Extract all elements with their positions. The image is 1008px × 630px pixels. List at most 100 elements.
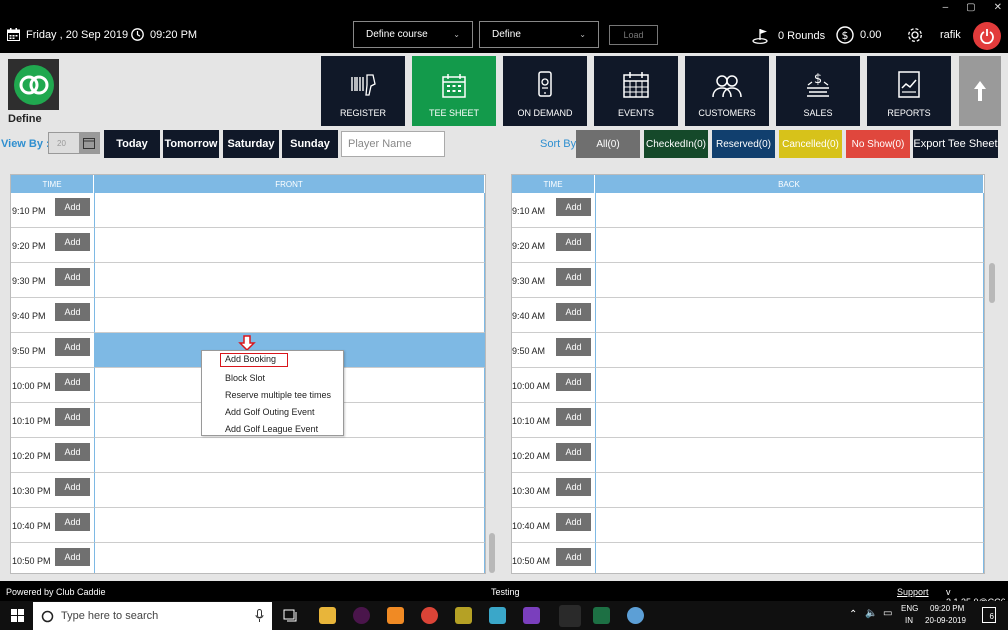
club-logo[interactable] xyxy=(8,59,59,110)
add-button[interactable]: Add xyxy=(556,513,591,531)
date-picker[interactable]: 20 xyxy=(48,132,100,154)
add-button[interactable]: Add xyxy=(556,198,591,216)
today-button[interactable]: Today xyxy=(104,130,160,158)
add-button[interactable]: Add xyxy=(55,478,90,496)
tee-slot[interactable] xyxy=(595,193,984,228)
add-button[interactable]: Add xyxy=(55,513,90,531)
slack-icon[interactable] xyxy=(353,607,370,624)
volume-icon[interactable]: 🔈 xyxy=(865,608,877,619)
club-caddie-taskbar-icon[interactable] xyxy=(559,605,581,627)
sunday-button[interactable]: Sunday xyxy=(282,130,338,158)
menu-add-league-event[interactable]: Add Golf League Event xyxy=(225,424,318,434)
tee-slot[interactable] xyxy=(595,263,984,298)
file-explorer-icon[interactable] xyxy=(319,607,336,624)
task-view-icon[interactable] xyxy=(283,608,299,623)
add-button[interactable]: Add xyxy=(556,233,591,251)
nav-on-demand[interactable]: ON DEMAND xyxy=(503,56,587,126)
sort-checkedin-button[interactable]: CheckedIn(0) xyxy=(644,130,708,158)
tee-slot[interactable] xyxy=(94,298,485,333)
sort-all-button[interactable]: All(0) xyxy=(576,130,640,158)
power-button[interactable] xyxy=(973,22,1001,50)
sort-cancelled-button[interactable]: Cancelled(0) xyxy=(779,130,842,158)
saturday-button[interactable]: Saturday xyxy=(223,130,279,158)
tee-slot[interactable] xyxy=(94,508,485,543)
tray-chevron-up-icon[interactable]: ⌃ xyxy=(849,609,857,620)
tee-slot[interactable] xyxy=(595,228,984,263)
sort-reserved-button[interactable]: Reserved(0) xyxy=(712,130,775,158)
tee-slot[interactable] xyxy=(94,543,485,573)
add-button[interactable]: Add xyxy=(55,198,90,216)
tee-slot[interactable] xyxy=(94,193,485,228)
add-button[interactable]: Add xyxy=(55,408,90,426)
add-button[interactable]: Add xyxy=(556,408,591,426)
tee-slot[interactable] xyxy=(595,473,984,508)
add-button[interactable]: Add xyxy=(55,233,90,251)
add-button[interactable]: Add xyxy=(556,548,591,566)
tee-slot[interactable] xyxy=(595,543,984,573)
add-button[interactable]: Add xyxy=(55,303,90,321)
menu-add-outing-event[interactable]: Add Golf Outing Event xyxy=(225,407,315,417)
course-select[interactable]: Define course ⌄ xyxy=(353,21,473,48)
nav-tee-sheet[interactable]: TEE SHEET xyxy=(412,56,496,126)
app-icon[interactable] xyxy=(455,607,472,624)
nav-reports[interactable]: REPORTS xyxy=(867,56,951,126)
nav-customers[interactable]: CUSTOMERS xyxy=(685,56,769,126)
add-button[interactable]: Add xyxy=(556,373,591,391)
microphone-icon[interactable] xyxy=(255,609,264,623)
notification-icon[interactable]: 6 xyxy=(982,607,996,623)
export-tee-sheet-button[interactable]: Export Tee Sheet xyxy=(913,130,998,158)
menu-add-booking[interactable]: Add Booking xyxy=(220,353,288,367)
svg-text:$: $ xyxy=(814,72,822,87)
add-button[interactable]: Add xyxy=(556,478,591,496)
add-button[interactable]: Add xyxy=(556,268,591,286)
windows-start-icon[interactable] xyxy=(11,609,24,622)
sort-no-show-button[interactable]: No Show(0) xyxy=(846,130,910,158)
tee-slot[interactable] xyxy=(595,333,984,368)
browser-icon[interactable] xyxy=(627,607,644,624)
tee-slot[interactable] xyxy=(94,228,485,263)
nav-register[interactable]: REGISTER xyxy=(321,56,405,126)
restore-button[interactable]: ▢ xyxy=(966,2,975,13)
tee-slot[interactable] xyxy=(595,438,984,473)
excel-icon[interactable] xyxy=(593,607,610,624)
tee-slot[interactable] xyxy=(595,368,984,403)
add-button[interactable]: Add xyxy=(55,268,90,286)
git-icon[interactable] xyxy=(489,607,506,624)
chrome-icon[interactable] xyxy=(421,607,438,624)
network-icon[interactable]: ▭ xyxy=(883,608,892,619)
add-button[interactable]: Add xyxy=(55,548,90,566)
add-button[interactable]: Add xyxy=(556,443,591,461)
add-button[interactable]: Add xyxy=(556,303,591,321)
nav-events[interactable]: EVENTS xyxy=(594,56,678,126)
language-code[interactable]: ENG xyxy=(901,604,918,613)
add-button[interactable]: Add xyxy=(55,338,90,356)
tee-slot[interactable] xyxy=(595,298,984,333)
support-link[interactable]: Support xyxy=(897,587,929,597)
add-button[interactable]: Add xyxy=(55,373,90,391)
taskbar-time[interactable]: 09:20 PM xyxy=(930,604,964,613)
add-button[interactable]: Add xyxy=(55,443,90,461)
tee-slot[interactable] xyxy=(94,473,485,508)
visual-studio-icon[interactable] xyxy=(523,607,540,624)
calendar-icon[interactable] xyxy=(79,133,99,153)
tomorrow-button[interactable]: Tomorrow xyxy=(163,130,219,158)
taskbar-search[interactable]: Type here to search xyxy=(33,602,272,630)
back-scrollbar[interactable] xyxy=(989,263,995,303)
minimize-button[interactable]: – xyxy=(943,2,949,13)
menu-block-slot[interactable]: Block Slot xyxy=(225,373,265,383)
menu-reserve-multiple[interactable]: Reserve multiple tee times xyxy=(225,390,331,400)
tee-slot[interactable] xyxy=(94,263,485,298)
close-button[interactable]: ✕ xyxy=(994,2,1002,13)
scroll-top-button[interactable] xyxy=(959,56,1001,126)
front-scrollbar[interactable] xyxy=(489,533,495,573)
player-name-input[interactable] xyxy=(341,131,445,157)
load-button[interactable]: Load xyxy=(609,25,658,45)
tee-slot[interactable] xyxy=(595,403,984,438)
add-button[interactable]: Add xyxy=(556,338,591,356)
gear-icon[interactable] xyxy=(906,26,924,44)
tee-slot[interactable] xyxy=(595,508,984,543)
sublime-icon[interactable] xyxy=(387,607,404,624)
define-select[interactable]: Define ⌄ xyxy=(479,21,599,48)
nav-sales[interactable]: $ SALES xyxy=(776,56,860,126)
tee-slot[interactable] xyxy=(94,438,485,473)
